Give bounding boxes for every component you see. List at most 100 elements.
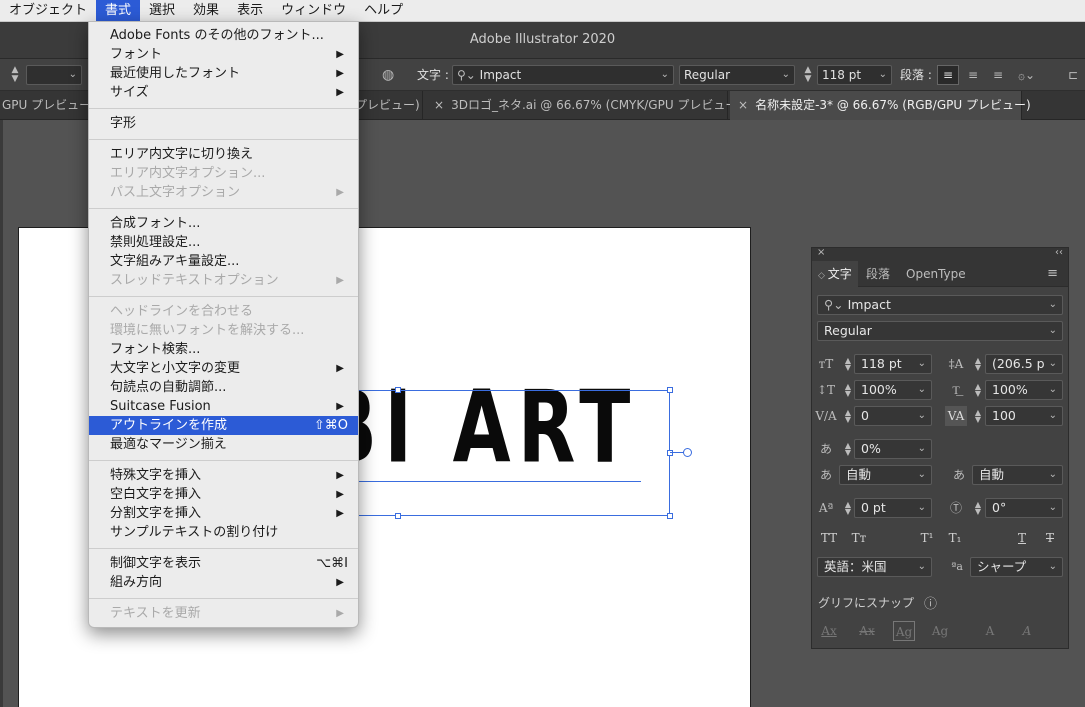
baseline-shift-field[interactable]: 0 pt ⌄ xyxy=(854,498,932,518)
small-caps-button[interactable]: Tт xyxy=(848,528,870,548)
vertical-scale-field[interactable]: 100% ⌄ xyxy=(854,380,932,400)
font-size-field[interactable]: 118 pt ⌄ xyxy=(854,354,932,374)
snap-glyph-bounds-button[interactable]: Ag xyxy=(893,621,915,641)
font-size-field[interactable]: 118 pt ⌄ xyxy=(817,65,892,85)
up-down-spinner-icon[interactable]: ▲ ▼ xyxy=(974,409,982,424)
menu-item-optical-margin-alignment[interactable]: 最適なマージン揃え xyxy=(89,435,358,454)
close-icon[interactable]: × xyxy=(738,98,748,112)
menu-item-suitcase-fusion[interactable]: Suitcase Fusion ▶ xyxy=(89,397,358,416)
menu-item-composite-fonts[interactable]: 合成フォント... xyxy=(89,214,358,233)
up-down-spinner-icon[interactable]: ▲ ▼ xyxy=(974,383,982,398)
menu-item-font[interactable]: フォント ▶ xyxy=(89,45,358,64)
menu-item-glyphs[interactable]: 字形 xyxy=(89,114,358,133)
stroke-field[interactable]: ⌄ xyxy=(26,65,82,85)
tab-document-4[interactable]: × 名称未設定-3* @ 66.67% (RGB/GPU プレビュー) xyxy=(730,91,1031,120)
up-down-spinner-icon[interactable]: ▲ ▼ xyxy=(844,357,852,372)
tab-document-3[interactable]: × 3Dロゴ_ネタ.ai @ 66.67% (CMYK/GPU プレビュー) xyxy=(426,91,742,120)
up-down-spinner-icon[interactable]: ▲ ▼ xyxy=(10,66,20,86)
more-icon[interactable]: ⊏ xyxy=(1068,65,1078,85)
kerning-field[interactable]: 0 ⌄ xyxy=(854,406,932,426)
menu-item-mojikumi-settings[interactable]: 文字組みアキ量設定... xyxy=(89,252,358,271)
menu-item-smart-punctuation[interactable]: 句読点の自動調節... xyxy=(89,378,358,397)
aki-right-field[interactable]: 自動 ⌄ xyxy=(972,465,1063,485)
snap-x-height-button[interactable]: Ax xyxy=(856,621,878,641)
menu-item-insert-whitespace[interactable]: 空白文字を挿入 ▶ xyxy=(89,485,358,504)
all-caps-button[interactable]: TT xyxy=(818,528,840,548)
menu-object[interactable]: オブジェクト xyxy=(0,0,96,22)
menu-item-size[interactable]: サイズ ▶ xyxy=(89,83,358,102)
menu-window[interactable]: ウィンドウ xyxy=(272,0,355,22)
resize-handle[interactable] xyxy=(395,387,401,393)
menu-separator xyxy=(89,548,358,549)
collapse-icon[interactable]: ‹‹ xyxy=(1055,247,1063,258)
menu-type[interactable]: 書式 xyxy=(96,0,141,22)
up-down-spinner-icon[interactable]: ▲ ▼ xyxy=(844,501,852,516)
snap-anchor-button[interactable]: A xyxy=(1016,621,1038,641)
language-field[interactable]: 英語：米国 ⌄ xyxy=(817,557,932,577)
tab-character[interactable]: ◇ 文字 xyxy=(812,261,858,287)
resize-handle[interactable] xyxy=(667,450,673,456)
superscript-button[interactable]: T¹ xyxy=(916,528,938,548)
subscript-button[interactable]: T₁ xyxy=(944,528,966,548)
horizontal-scale-field[interactable]: 100% ⌄ xyxy=(985,380,1063,400)
hamburger-icon[interactable]: ≡ xyxy=(1041,261,1064,287)
tsume-field[interactable]: 0% ⌄ xyxy=(854,439,932,459)
menu-view[interactable]: 表示 xyxy=(228,0,272,22)
snap-baseline-button[interactable]: Ax xyxy=(818,621,840,641)
font-family-field[interactable]: ⚲⌄ Impact ⌄ xyxy=(452,65,674,85)
leading-field[interactable]: (206.5 p ⌄ xyxy=(985,354,1063,374)
close-icon[interactable]: × xyxy=(434,98,444,112)
up-down-spinner-icon[interactable]: ▲ ▼ xyxy=(844,409,852,424)
panel-font-style-field[interactable]: Regular ⌄ xyxy=(817,321,1063,341)
menu-help[interactable]: ヘルプ xyxy=(355,0,412,22)
menu-item-convert-area-type[interactable]: エリア内文字に切り換え xyxy=(89,145,358,164)
recolor-icon[interactable]: ◍ xyxy=(382,65,394,85)
menu-item-type-orientation[interactable]: 組み方向 ▶ xyxy=(89,573,358,592)
up-down-spinner-icon[interactable]: ▲ ▼ xyxy=(844,383,852,398)
up-down-spinner-icon[interactable]: ▲ ▼ xyxy=(844,442,852,457)
character-rotation-field[interactable]: 0° ⌄ xyxy=(985,498,1063,518)
menu-item-find-font[interactable]: フォント検索... xyxy=(89,340,358,359)
align-left-icon[interactable]: ≡ xyxy=(937,65,959,85)
menu-item-adobe-fonts[interactable]: Adobe Fonts のその他のフォント... xyxy=(89,26,358,45)
antialias-field[interactable]: シャープ ⌄ xyxy=(970,557,1063,577)
chevron-down-icon: ⌄ xyxy=(781,69,790,80)
tab-document-1[interactable]: GPU プレビュー) xyxy=(0,91,96,120)
aki-left-field[interactable]: 自動 ⌄ xyxy=(839,465,932,485)
snap-proximity-button[interactable]: Ag xyxy=(929,621,951,641)
resize-handle[interactable] xyxy=(395,513,401,519)
tracking-field[interactable]: 100 ⌄ xyxy=(985,406,1063,426)
menu-item-kinsoku-settings[interactable]: 禁則処理設定... xyxy=(89,233,358,252)
resize-handle[interactable] xyxy=(667,387,673,393)
chevron-right-icon: ▶ xyxy=(336,68,344,79)
menu-item-create-outlines[interactable]: アウトラインを作成 ⇧⌘O xyxy=(89,416,358,435)
glyph-options-icon[interactable]: ۞⌄ xyxy=(1018,65,1046,85)
menu-select[interactable]: 選択 xyxy=(140,0,184,22)
text-out-port[interactable] xyxy=(683,448,692,457)
menu-item-fill-placeholder-text[interactable]: サンプルテキストの割り付け xyxy=(89,523,358,542)
tab-paragraph[interactable]: 段落 xyxy=(860,261,896,287)
chevron-right-icon: ▶ xyxy=(336,87,344,98)
snap-angular-button[interactable]: A xyxy=(979,621,1001,641)
up-down-spinner-icon[interactable]: ▲ ▼ xyxy=(803,66,813,86)
align-center-icon[interactable]: ≡ xyxy=(963,65,983,85)
menu-item-recent-fonts[interactable]: 最近使用したフォント ▶ xyxy=(89,64,358,83)
align-right-icon[interactable]: ≡ xyxy=(988,65,1008,85)
underline-button[interactable]: T xyxy=(1011,528,1033,548)
tab-document-2[interactable]: プレビュー) xyxy=(355,91,423,120)
menu-effect[interactable]: 効果 xyxy=(184,0,228,22)
menu-item-show-hidden-characters[interactable]: 制御文字を表示 ⌥⌘I xyxy=(89,554,358,573)
resize-handle[interactable] xyxy=(667,513,673,519)
strikethrough-button[interactable]: T xyxy=(1039,528,1061,548)
close-icon[interactable]: × xyxy=(817,247,825,258)
panel-font-family-field[interactable]: ⚲⌄ Impact ⌄ xyxy=(817,295,1063,315)
menu-item-change-case[interactable]: 大文字と小文字の変更 ▶ xyxy=(89,359,358,378)
up-down-spinner-icon[interactable]: ▲ ▼ xyxy=(974,501,982,516)
info-icon[interactable]: ⓘ xyxy=(924,593,937,612)
tab-opentype[interactable]: OpenType xyxy=(900,261,972,287)
up-down-spinner-icon[interactable]: ▲ ▼ xyxy=(974,357,982,372)
menu-item-insert-special-character[interactable]: 特殊文字を挿入 ▶ xyxy=(89,466,358,485)
font-style-field[interactable]: Regular ⌄ xyxy=(679,65,795,85)
selection-bounding-box[interactable] xyxy=(350,390,670,516)
menu-item-insert-break[interactable]: 分割文字を挿入 ▶ xyxy=(89,504,358,523)
